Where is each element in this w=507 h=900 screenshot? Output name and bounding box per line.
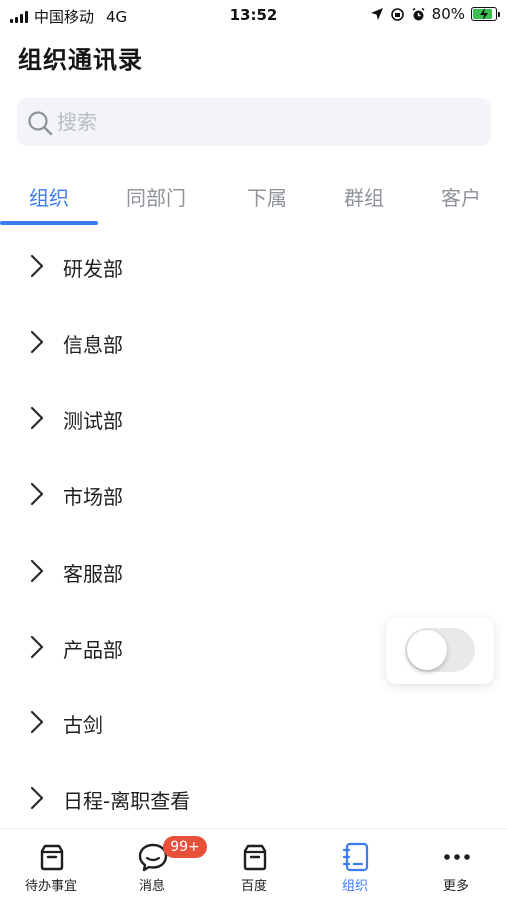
- department-item[interactable]: 日程-离职查看: [0, 760, 507, 836]
- tabbar-item-more[interactable]: 更多: [405, 829, 507, 900]
- bottom-tab-bar: 待办事宜 99+ 消息 百度 组织 更多: [0, 828, 507, 900]
- tab-customers[interactable]: 客户: [441, 182, 481, 211]
- department-item[interactable]: 古剑: [0, 684, 507, 760]
- department-label: 测试部: [63, 409, 123, 433]
- status-bar: 中国移动 4G 13:52 80%: [0, 0, 507, 30]
- tabbar-item-baidu[interactable]: 百度: [203, 829, 305, 900]
- floating-toggle-card: [386, 618, 494, 684]
- tabbar-label: 组织: [341, 879, 368, 894]
- department-item[interactable]: 研发部: [0, 228, 507, 304]
- tabbar-item-organization[interactable]: 组织: [304, 829, 406, 900]
- battery-icon: [471, 7, 500, 21]
- tabbar-label: 消息: [138, 879, 165, 894]
- tabbar-label: 百度: [240, 879, 267, 894]
- department-label: 研发部: [63, 257, 123, 281]
- alarm-icon: [412, 7, 425, 20]
- lock-rotation-icon: [390, 7, 404, 21]
- chevron-right-icon: [30, 710, 44, 734]
- department-label: 客服部: [63, 562, 123, 586]
- tabbar-label: 待办事宜: [24, 879, 77, 894]
- tab-subordinates[interactable]: 下属: [247, 182, 287, 211]
- chevron-right-icon: [30, 254, 44, 278]
- department-label: 市场部: [63, 485, 123, 509]
- tabbar-label: 更多: [442, 879, 469, 894]
- department-item[interactable]: 客服部: [0, 533, 507, 609]
- tabbar-item-todo[interactable]: 待办事宜: [0, 829, 102, 900]
- department-label: 古剑: [63, 713, 103, 737]
- tab-active-indicator: [0, 221, 98, 225]
- battery-percent: 80%: [431, 5, 465, 23]
- department-item[interactable]: 测试部: [0, 380, 507, 456]
- search-icon: [28, 111, 53, 136]
- more-dots-icon: [444, 854, 470, 860]
- search-input[interactable]: [57, 98, 477, 146]
- tab-same-department[interactable]: 同部门: [126, 182, 186, 211]
- toggle-knob: [407, 630, 447, 670]
- floating-toggle-switch[interactable]: [405, 628, 475, 672]
- inbox-icon: [243, 844, 267, 871]
- chevron-right-icon: [30, 482, 44, 506]
- tab-groups[interactable]: 群组: [344, 182, 384, 211]
- department-label: 产品部: [63, 638, 123, 662]
- department-item[interactable]: 市场部: [0, 456, 507, 532]
- tabbar-item-messages[interactable]: 99+ 消息: [101, 829, 207, 900]
- chevron-right-icon: [30, 786, 44, 810]
- page-title: 组织通讯录: [18, 46, 143, 74]
- chevron-right-icon: [30, 635, 44, 659]
- unread-badge: 99+: [163, 836, 207, 858]
- chevron-right-icon: [30, 406, 44, 430]
- category-tabs: 组织 同部门 下属 群组 客户: [0, 168, 507, 226]
- chevron-right-icon: [30, 330, 44, 354]
- location-icon: [370, 8, 383, 20]
- department-item[interactable]: 信息部: [0, 304, 507, 380]
- status-right: 80%: [370, 5, 500, 23]
- chevron-right-icon: [30, 559, 44, 583]
- tab-organization[interactable]: 组织: [29, 182, 69, 211]
- search-bar[interactable]: [17, 98, 491, 146]
- department-label: 信息部: [63, 333, 123, 357]
- contacts-book-icon: [342, 842, 369, 872]
- department-label: 日程-离职查看: [63, 789, 191, 813]
- inbox-icon: [40, 844, 64, 871]
